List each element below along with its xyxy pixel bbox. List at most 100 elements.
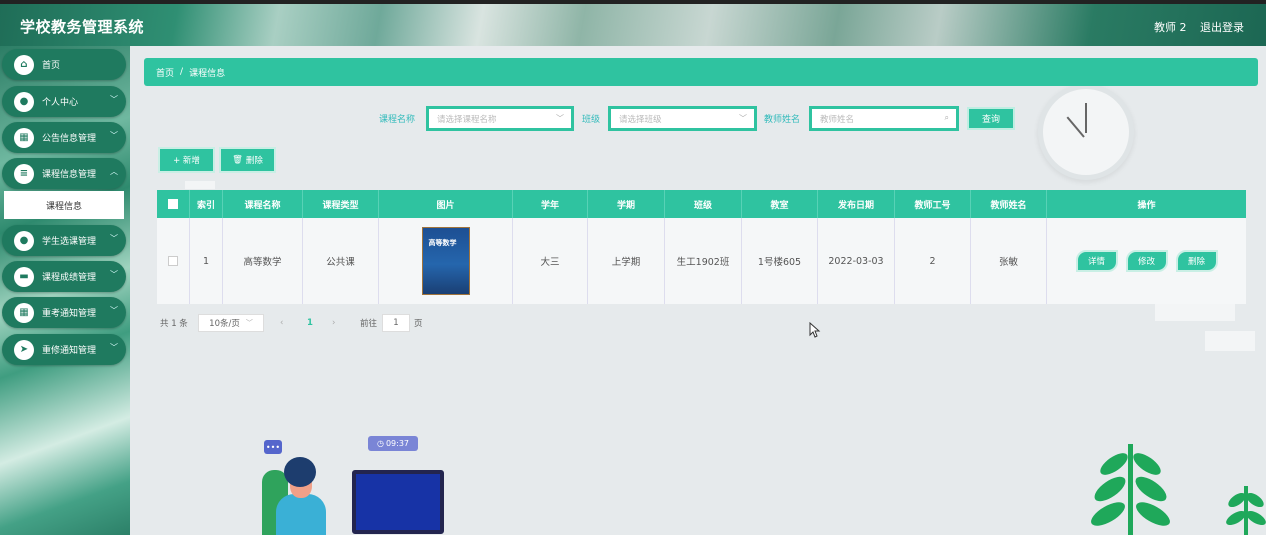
header-room: 教室 xyxy=(742,190,818,218)
current-user[interactable]: 教师 2 xyxy=(1154,21,1187,34)
chevron-down-icon: ﹀ xyxy=(739,114,747,123)
sidebar-item-course-selection[interactable]: ● 学生选课管理 ﹀ xyxy=(2,225,126,256)
sidebar-item-grades[interactable]: ▬ 课程成绩管理 ﹀ xyxy=(2,261,126,292)
sidebar-item-course-info[interactable]: ≡ 课程信息管理 ︿ xyxy=(2,158,126,189)
user-icon: ● xyxy=(14,230,34,251)
page-unit-label: 页 xyxy=(414,319,423,329)
delete-button[interactable]: 🗑 删除 xyxy=(219,147,276,173)
sidebar-item-label: 学生选课管理 xyxy=(42,237,97,247)
clock-icon: ◷ xyxy=(376,439,384,448)
cell-index: 1 xyxy=(190,218,223,304)
course-table: 索引 课程名称 课程类型 图片 学年 学期 班级 教室 发布日期 教师工号 教师… xyxy=(157,190,1246,304)
sidebar-item-retake-exam[interactable]: ▦ 重考通知管理 ﹀ xyxy=(2,297,126,328)
class-label: 班级 xyxy=(582,115,601,125)
mouse-cursor-icon xyxy=(809,322,821,338)
table-header: 索引 课程名称 课程类型 图片 学年 学期 班级 教室 发布日期 教师工号 教师… xyxy=(157,190,1246,218)
sidebar-item-home[interactable]: ⌂ 首页 xyxy=(2,49,126,80)
chat-bubble-icon: ••• xyxy=(264,440,282,454)
page-size-select[interactable]: 10条/页 ﹀ xyxy=(198,314,264,332)
sidebar-item-retake-course[interactable]: ➤ 重修通知管理 ﹀ xyxy=(2,334,126,365)
sidebar-item-label: 重考通知管理 xyxy=(42,309,97,319)
main-content: 首页 / 课程信息 课程名称 请选择课程名称 ﹀ 班级 请选择班级 ﹀ 教师姓名… xyxy=(130,46,1266,535)
cell-date: 2022-03-03 xyxy=(818,218,895,304)
course-name-select[interactable]: 请选择课程名称 ﹀ xyxy=(426,106,574,131)
cell-teacher-id: 2 xyxy=(895,218,971,304)
search-bar: 课程名称 请选择课程名称 ﹀ 班级 请选择班级 ﹀ 教师姓名 教师姓名 ⌕ 查询 xyxy=(130,106,1130,131)
page-size-value: 10条/页 xyxy=(209,319,240,329)
sidebar-subitem-course-info[interactable]: 课程信息 xyxy=(4,191,124,219)
plant-illustration xyxy=(1091,444,1170,535)
course-name-placeholder: 请选择课程名称 xyxy=(437,114,497,125)
cell-course-type: 公共课 xyxy=(303,218,379,304)
delete-button-label: 删除 xyxy=(245,156,263,166)
chevron-down-icon: ﹀ xyxy=(556,114,564,123)
sidebar: ⌂ 首页 ● 个人中心 ﹀ ▦ 公告信息管理 ﹀ ≡ 课程信息管理 ︿ 课程信息… xyxy=(0,46,130,535)
course-cover-image: 高等数学 xyxy=(421,227,470,295)
list-icon: ≡ xyxy=(14,163,34,184)
header-class: 班级 xyxy=(665,190,742,218)
breadcrumb-home[interactable]: 首页 xyxy=(156,66,174,79)
cell-room: 1号楼605 xyxy=(742,218,818,304)
breadcrumb-separator: / xyxy=(180,67,184,77)
teacher-name-input[interactable]: 教师姓名 ⌕ xyxy=(809,106,959,131)
cell-actions: 详情 修改 删除 xyxy=(1047,218,1246,304)
sidebar-item-label: 课程成绩管理 xyxy=(42,273,97,283)
chevron-down-icon: ﹀ xyxy=(110,131,118,140)
logout-link[interactable]: 退出登录 xyxy=(1200,21,1244,34)
checkbox[interactable] xyxy=(168,199,178,209)
prev-page-icon[interactable]: ‹ xyxy=(280,314,283,332)
sidebar-item-label: 课程信息管理 xyxy=(42,170,97,180)
edit-button[interactable]: 修改 xyxy=(1125,250,1168,272)
monitor-illustration xyxy=(352,470,444,534)
header-course-type: 课程类型 xyxy=(303,190,379,218)
time-tag-label: 09:37 xyxy=(385,439,410,448)
send-icon: ➤ xyxy=(14,339,34,360)
header-teacher-name: 教师姓名 xyxy=(971,190,1047,218)
person-illustration xyxy=(276,494,326,535)
course-name-label: 课程名称 xyxy=(379,115,416,125)
trash-icon: 🗑 xyxy=(232,155,243,165)
add-button[interactable]: + 新增 xyxy=(158,147,215,173)
breadcrumb-current: 课程信息 xyxy=(189,68,226,79)
cell-course-name: 高等数学 xyxy=(223,218,303,304)
detail-button[interactable]: 详情 xyxy=(1075,250,1118,272)
current-page[interactable]: 1 xyxy=(307,314,313,332)
chevron-down-icon: ﹀ xyxy=(110,343,118,352)
table-row: 1 高等数学 公共课 高等数学 大三 上学期 生工1902班 1号楼605 20… xyxy=(157,218,1246,304)
row-select[interactable] xyxy=(157,218,190,304)
next-page-icon[interactable]: › xyxy=(332,314,335,332)
chevron-down-icon: ﹀ xyxy=(110,234,118,243)
sidebar-item-personal-center[interactable]: ● 个人中心 ﹀ xyxy=(2,86,126,117)
teacher-name-label: 教师姓名 xyxy=(764,115,801,125)
teacher-name-placeholder: 教师姓名 xyxy=(820,114,855,125)
decor-block xyxy=(1205,331,1255,351)
header-year: 学年 xyxy=(513,190,588,218)
checkbox[interactable] xyxy=(168,256,178,266)
row-delete-button[interactable]: 删除 xyxy=(1175,250,1218,272)
search-icon: ⌕ xyxy=(944,113,949,122)
goto-page-input[interactable]: 1 xyxy=(382,314,410,332)
header-actions: 操作 xyxy=(1137,200,1156,211)
home-icon: ⌂ xyxy=(14,54,34,75)
header-image: 图片 xyxy=(379,190,513,218)
class-select[interactable]: 请选择班级 ﹀ xyxy=(608,106,757,131)
top-bar: 学校教务管理系统 教师 2 退出登录 xyxy=(0,0,1266,46)
breadcrumb: 首页 / 课程信息 xyxy=(144,58,1258,86)
query-button[interactable]: 查询 xyxy=(967,107,1015,130)
goto-label: 前往 xyxy=(360,319,378,329)
header-term: 学期 xyxy=(588,190,665,218)
header-select-all[interactable] xyxy=(157,190,190,218)
total-count: 共 1 条 xyxy=(160,319,188,329)
cell-year: 大三 xyxy=(513,218,588,304)
cell-image: 高等数学 xyxy=(379,218,513,304)
pagination: 共 1 条 10条/页 ﹀ ‹ 1 › 前往 1 页 xyxy=(160,314,560,332)
clock-illustration xyxy=(1038,84,1134,180)
grid-icon: ▦ xyxy=(14,302,34,323)
chevron-down-icon: ﹀ xyxy=(245,319,253,327)
small-plant-illustration xyxy=(1226,486,1266,535)
app-title: 学校教务管理系统 xyxy=(20,19,145,36)
sidebar-item-announcements[interactable]: ▦ 公告信息管理 ﹀ xyxy=(2,122,126,153)
time-tag: ◷ 09:37 xyxy=(368,436,418,451)
sidebar-item-label: 首页 xyxy=(42,61,61,71)
grid-icon: ▦ xyxy=(14,127,34,148)
